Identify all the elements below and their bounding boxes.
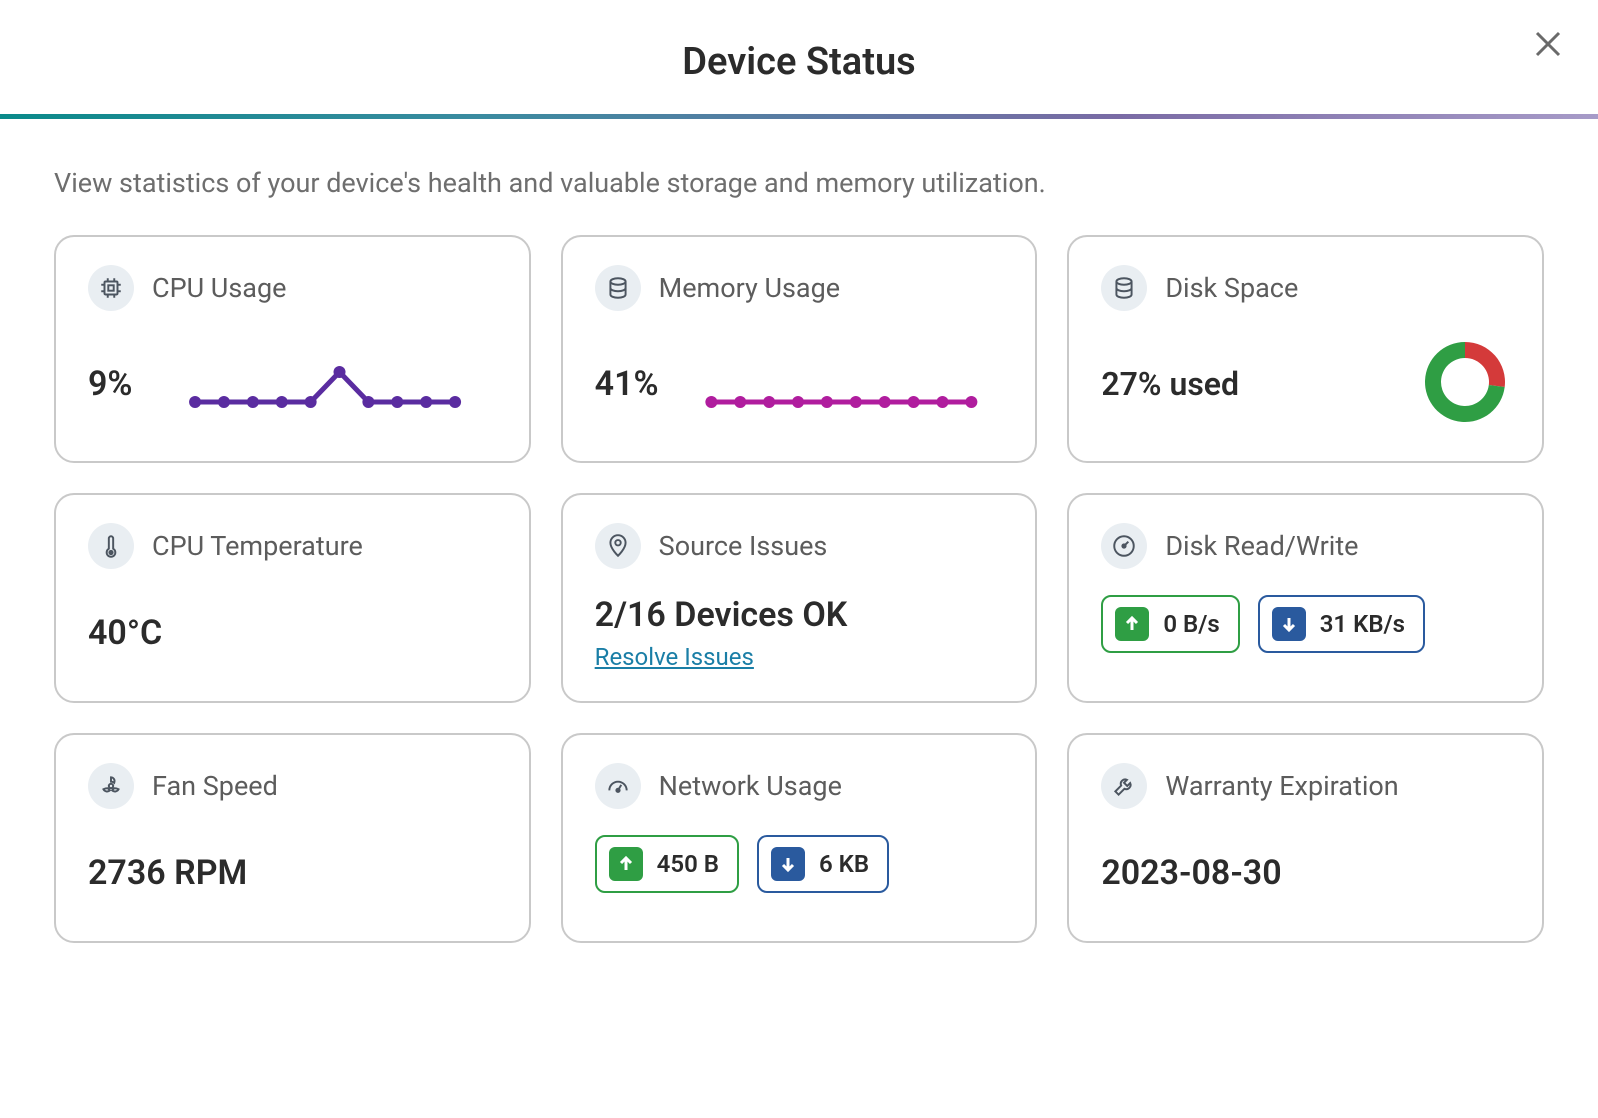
disk-space-donut (1420, 337, 1510, 431)
disk-write-value: 31 KB/s (1320, 610, 1405, 638)
arrow-down-icon (1272, 607, 1306, 641)
card-network-usage: Network Usage 450 B 6 KB (561, 733, 1038, 943)
card-cpu-usage: CPU Usage 9% (54, 235, 531, 463)
card-title: Source Issues (659, 530, 828, 562)
network-down-value: 6 KB (819, 850, 869, 878)
location-icon (595, 523, 641, 569)
card-title: Fan Speed (152, 770, 278, 802)
card-warranty: Warranty Expiration 2023-08-30 (1067, 733, 1544, 943)
arrow-up-icon (609, 847, 643, 881)
disk-space-value: 27% used (1101, 365, 1239, 403)
arrow-down-icon (771, 847, 805, 881)
card-title: CPU Usage (152, 272, 286, 304)
memory-usage-sparkline (679, 354, 1004, 414)
page-title: Device Status (0, 40, 1598, 84)
disk-read-pill: 0 B/s (1101, 595, 1239, 653)
network-up-value: 450 B (657, 850, 719, 878)
card-disk-space: Disk Space 27% used (1067, 235, 1544, 463)
status-grid: CPU Usage 9% Memory Usage 41% (0, 235, 1598, 943)
cpu-icon (88, 265, 134, 311)
card-title: Warranty Expiration (1165, 770, 1398, 802)
warranty-value: 2023-08-30 (1101, 853, 1281, 893)
modal-header: Device Status (0, 0, 1598, 119)
device-status-modal: Device Status View statistics of your de… (0, 0, 1598, 1118)
cpu-temp-value: 40°C (88, 613, 162, 653)
card-cpu-temperature: CPU Temperature 40°C (54, 493, 531, 703)
card-disk-rw: Disk Read/Write 0 B/s 31 KB/s (1067, 493, 1544, 703)
resolve-issues-link[interactable]: Resolve Issues (595, 643, 1004, 671)
close-icon (1533, 29, 1563, 59)
network-down-pill: 6 KB (757, 835, 889, 893)
wrench-icon (1101, 763, 1147, 809)
memory-usage-value: 41% (595, 364, 659, 404)
page-description: View statistics of your device's health … (0, 119, 1598, 235)
card-title: Memory Usage (659, 272, 840, 304)
card-title: Disk Space (1165, 272, 1298, 304)
disk-icon (1101, 265, 1147, 311)
disk-write-pill: 31 KB/s (1258, 595, 1425, 653)
thermometer-icon (88, 523, 134, 569)
cpu-usage-value: 9% (88, 364, 133, 404)
card-title: Disk Read/Write (1165, 530, 1358, 562)
speedometer-icon (595, 763, 641, 809)
close-button[interactable] (1528, 24, 1568, 64)
gauge-icon (1101, 523, 1147, 569)
fan-speed-value: 2736 RPM (88, 853, 247, 893)
card-memory-usage: Memory Usage 41% (561, 235, 1038, 463)
memory-icon (595, 265, 641, 311)
card-title: CPU Temperature (152, 530, 363, 562)
network-up-pill: 450 B (595, 835, 739, 893)
source-issues-value: 2/16 Devices OK (595, 595, 1004, 635)
card-fan-speed: Fan Speed 2736 RPM (54, 733, 531, 943)
card-source-issues: Source Issues 2/16 Devices OK Resolve Is… (561, 493, 1038, 703)
arrow-up-icon (1115, 607, 1149, 641)
fan-icon (88, 763, 134, 809)
card-title: Network Usage (659, 770, 842, 802)
cpu-usage-sparkline (153, 354, 497, 414)
disk-read-value: 0 B/s (1163, 610, 1219, 638)
